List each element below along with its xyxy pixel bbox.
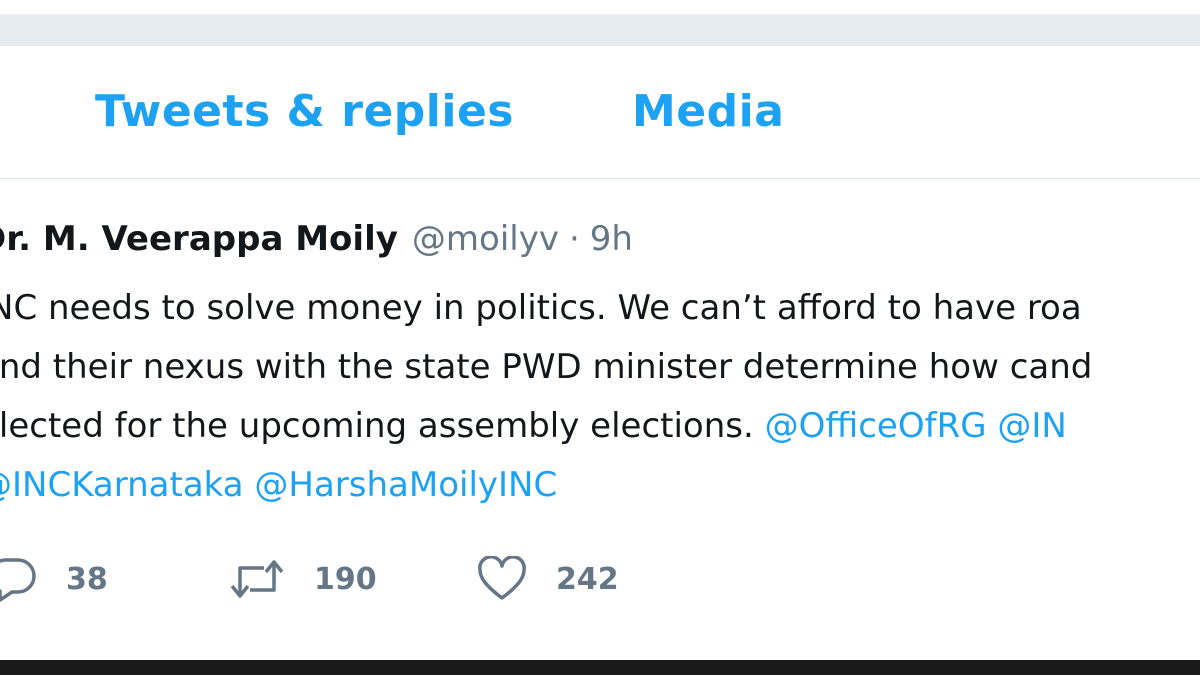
- tweet-text-line: and their nexus with the state PWD minis…: [0, 347, 1093, 387]
- profile-tabs: Tweets & replies Media: [0, 46, 1200, 179]
- tweet-text-line: elected for the upcoming assembly electi…: [0, 397, 1200, 456]
- like-button[interactable]: 242: [476, 554, 619, 604]
- top-strip: [0, 0, 1200, 14]
- header-separator: ·: [568, 219, 580, 259]
- tweet-card[interactable]: Dr. M. Veerappa Moily @moilyv · 9h INC need…: [0, 179, 1200, 639]
- tweet-actions: 38 190 242: [0, 554, 1200, 604]
- retweet-count: 190: [314, 561, 377, 597]
- mention-officeofrg[interactable]: @OfficeOfRG: [765, 406, 987, 446]
- bottom-bar: [0, 660, 1200, 675]
- retweet-icon: [228, 556, 286, 602]
- tweet-timestamp[interactable]: 9h: [590, 219, 633, 259]
- heart-icon: [476, 556, 528, 602]
- tweet-text-line: INC needs to solve money in politics. We…: [0, 288, 1082, 328]
- tab-tweets-and-replies[interactable]: Tweets & replies: [95, 86, 514, 137]
- tweet-text-segment: elected for the upcoming assembly electi…: [0, 406, 754, 446]
- reply-button[interactable]: 38: [0, 554, 108, 604]
- tweet-text: INC needs to solve money in politics. We…: [0, 279, 1200, 515]
- reply-icon: [0, 556, 38, 602]
- tab-media[interactable]: Media: [632, 86, 784, 137]
- page-background-band: [0, 14, 1200, 46]
- author-name[interactable]: Dr. M. Veerappa Moily: [0, 219, 398, 259]
- tweet-header: Dr. M. Veerappa Moily @moilyv · 9h: [0, 219, 633, 259]
- author-handle[interactable]: @moilyv: [412, 219, 559, 259]
- reply-count: 38: [66, 561, 108, 597]
- profile-timeline-panel: Tweets & replies Media Dr. M. Veerappa M…: [0, 46, 1200, 660]
- mention-inckarnataka[interactable]: @INCKarnataka: [0, 465, 244, 505]
- retweet-button[interactable]: 190: [228, 554, 377, 604]
- tweet-text-line: @INCKarnataka @HarshaMoilyINC: [0, 456, 1200, 515]
- mention-in[interactable]: @IN: [997, 406, 1066, 446]
- mention-harshamoilyinc[interactable]: @HarshaMoilyINC: [254, 465, 557, 505]
- like-count: 242: [556, 561, 619, 597]
